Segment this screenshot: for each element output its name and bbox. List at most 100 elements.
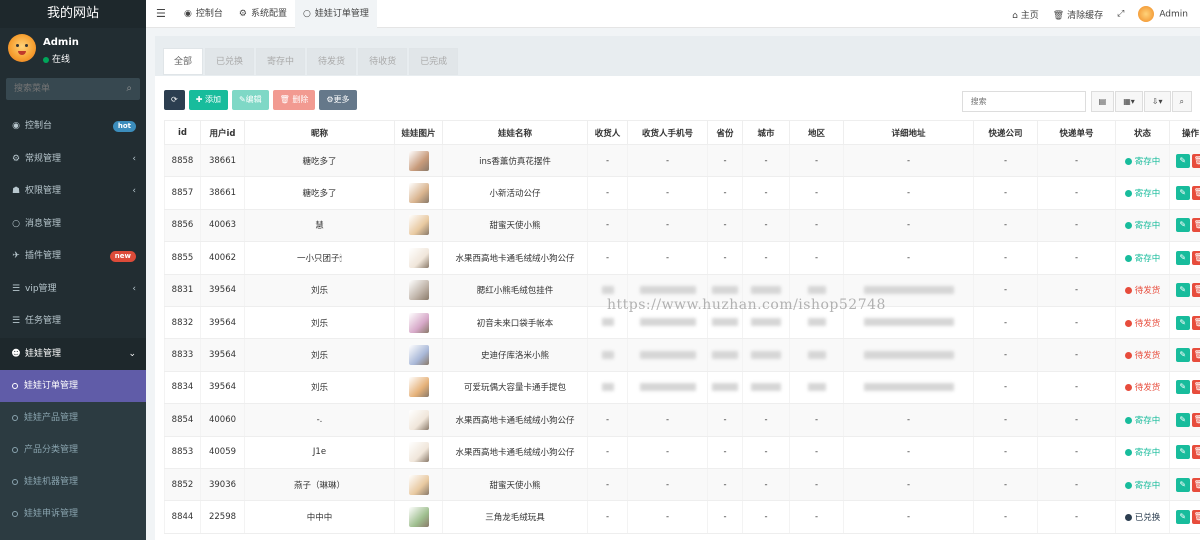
- column-header[interactable]: id: [164, 120, 201, 145]
- row-delete-button[interactable]: 🗑: [1191, 445, 1200, 460]
- top-tab-2[interactable]: ○ 娃娃订单管理: [294, 0, 377, 28]
- column-header[interactable]: 快递单号: [1037, 120, 1116, 145]
- doll-thumbnail[interactable]: [408, 474, 429, 495]
- doll-thumbnail[interactable]: [408, 247, 429, 268]
- column-header[interactable]: 娃娃图片: [394, 120, 443, 145]
- row-delete-button[interactable]: 🗑: [1191, 477, 1200, 492]
- doll-thumbnail[interactable]: [408, 312, 429, 333]
- row-edit-button[interactable]: ✎: [1175, 412, 1190, 427]
- column-header[interactable]: 省份: [707, 120, 743, 145]
- column-header[interactable]: 城市: [742, 120, 790, 145]
- advanced-search-icon[interactable]: ⌕: [1171, 91, 1192, 112]
- doll-thumbnail[interactable]: [408, 280, 429, 301]
- status-tab-2[interactable]: 寄存中: [256, 48, 306, 75]
- row-edit-button[interactable]: ✎: [1175, 186, 1190, 201]
- columns-icon[interactable]: ▦▾: [1115, 91, 1143, 112]
- top-tab-1[interactable]: ⚙ 系统配置: [231, 0, 295, 28]
- fullscreen-icon[interactable]: ⤢: [1117, 9, 1124, 19]
- menu-toggle-icon[interactable]: ☰: [156, 7, 166, 20]
- row-edit-button[interactable]: ✎: [1175, 250, 1190, 265]
- doll-thumbnail[interactable]: [408, 150, 429, 171]
- row-edit-button[interactable]: ✎: [1175, 380, 1190, 395]
- row-edit-button[interactable]: ✎: [1175, 218, 1190, 233]
- submenu-item-1[interactable]: 娃娃产品管理: [0, 402, 146, 434]
- table-row[interactable]: 885640063慧甜蜜天使小熊--------寄存中✎🗑: [164, 209, 1200, 243]
- status-tab-4[interactable]: 待收货: [358, 48, 408, 75]
- add-button[interactable]: ✚ 添加: [188, 90, 228, 110]
- doll-thumbnail[interactable]: [408, 442, 429, 463]
- column-header[interactable]: 快递公司: [973, 120, 1038, 145]
- row-edit-button[interactable]: ✎: [1175, 283, 1190, 298]
- column-header[interactable]: 收货人手机号: [627, 120, 708, 145]
- status-tab-3[interactable]: 待发货: [307, 48, 357, 75]
- more-button[interactable]: ⚙更多: [319, 90, 357, 110]
- column-header[interactable]: 昵称: [244, 120, 395, 145]
- status-tab-5[interactable]: 已完成: [409, 48, 459, 75]
- row-edit-button[interactable]: ✎: [1175, 509, 1190, 524]
- home-link[interactable]: ⌂ 主页: [1012, 8, 1039, 21]
- table-row[interactable]: 885738661糖吃多了小新活动公仔--------寄存中✎🗑: [164, 176, 1200, 210]
- table-row[interactable]: 8855 40062 一小只团子🕯 水果西高地卡通毛绒绒小狗公仔 - - - - - - - - 寄存中…: [164, 241, 1200, 275]
- submenu-item-0[interactable]: 娃娃订单管理: [0, 370, 146, 402]
- column-header[interactable]: 收货人: [587, 120, 628, 145]
- row-edit-button[interactable]: ✎: [1175, 477, 1190, 492]
- table-row[interactable]: 885440060-.水果西高地卡通毛绒绒小狗公仔--------寄存中✎🗑: [164, 403, 1200, 437]
- submenu-item-4[interactable]: 娃娃申诉管理: [0, 498, 146, 530]
- doll-thumbnail[interactable]: [408, 215, 429, 236]
- doll-thumbnail[interactable]: [408, 377, 429, 398]
- submenu-item-3[interactable]: 娃娃机器管理: [0, 466, 146, 498]
- table-row[interactable]: 883239564刘乐 初音未来口袋手帐本 -- 待发货 ✎🗑: [164, 306, 1200, 340]
- sidebar-item-7[interactable]: ☻ 娃娃管理 ⌄: [0, 337, 146, 370]
- submenu-item-5[interactable]: 娃娃退还管理: [0, 530, 146, 540]
- clear-cache-link[interactable]: 🗑 清除缓存: [1053, 8, 1103, 21]
- row-edit-button[interactable]: ✎: [1175, 445, 1190, 460]
- column-header[interactable]: 娃娃名称: [442, 120, 588, 145]
- row-delete-button[interactable]: 🗑: [1191, 153, 1200, 168]
- sidebar-item-2[interactable]: ☗ 权限管理 ‹: [0, 175, 146, 208]
- doll-thumbnail[interactable]: [408, 183, 429, 204]
- sidebar-item-6[interactable]: ☰ 任务管理: [0, 305, 146, 338]
- column-header[interactable]: 操作: [1169, 120, 1200, 145]
- table-row[interactable]: 885838661糖吃多了ins香薰仿真花摆件--------寄存中✎🗑: [164, 144, 1200, 178]
- table-row[interactable]: 885340059J1e水果西高地卡通毛绒绒小狗公仔--------寄存中✎🗑: [164, 436, 1200, 469]
- sidebar-item-3[interactable]: ○ 消息管理: [0, 208, 146, 241]
- doll-thumbnail[interactable]: [408, 506, 429, 527]
- delete-button[interactable]: 🗑 删除: [272, 90, 316, 110]
- toggle-view-icon[interactable]: ▤: [1090, 91, 1115, 112]
- site-logo[interactable]: 我的网站: [0, 0, 146, 28]
- menu-search-input[interactable]: [6, 78, 140, 100]
- column-header[interactable]: 详细地址: [843, 120, 974, 145]
- doll-thumbnail[interactable]: [408, 409, 429, 430]
- row-delete-button[interactable]: 🗑: [1191, 315, 1200, 330]
- sidebar-item-0[interactable]: ◉ 控制台 hot: [0, 110, 146, 143]
- row-delete-button[interactable]: 🗑: [1191, 250, 1200, 265]
- row-edit-button[interactable]: ✎: [1175, 348, 1190, 363]
- search-icon[interactable]: ⌕: [126, 83, 132, 94]
- sidebar-item-1[interactable]: ⚙ 常规管理 ‹: [0, 143, 146, 176]
- row-delete-button[interactable]: 🗑: [1191, 380, 1200, 395]
- row-delete-button[interactable]: 🗑: [1191, 509, 1200, 524]
- row-delete-button[interactable]: 🗑: [1191, 348, 1200, 363]
- top-tab-0[interactable]: ◉ 控制台: [176, 0, 231, 28]
- row-edit-button[interactable]: ✎: [1175, 153, 1190, 168]
- sidebar-item-5[interactable]: ☰ vip管理 ‹: [0, 273, 146, 306]
- column-header[interactable]: 状态: [1115, 120, 1170, 145]
- table-search-input[interactable]: [961, 91, 1086, 112]
- table-row[interactable]: 885239036燕子（琳琳）甜蜜天使小熊--------寄存中✎🗑: [164, 468, 1200, 502]
- edit-button[interactable]: ✎编辑: [231, 90, 269, 110]
- table-row[interactable]: 883439564刘乐 可爱玩偶大容量卡通手提包 -- 待发货 ✎🗑: [164, 371, 1200, 405]
- row-delete-button[interactable]: 🗑: [1191, 283, 1200, 298]
- row-delete-button[interactable]: 🗑: [1191, 218, 1200, 233]
- sidebar-item-4[interactable]: ✈ 插件管理 new: [0, 240, 146, 273]
- table-row[interactable]: 884422598中中中三角龙毛绒玩具--------已兑换✎🗑: [164, 500, 1200, 534]
- table-row[interactable]: 883339564刘乐 史迪仔库洛米小熊 -- 待发货 ✎🗑: [164, 338, 1200, 372]
- column-header[interactable]: 用户id: [200, 120, 245, 145]
- table-row[interactable]: 883139564刘乐 腮红小熊毛绒包挂件 -- 待发货 ✎🗑: [164, 274, 1200, 307]
- row-edit-button[interactable]: ✎: [1175, 315, 1190, 330]
- status-tab-1[interactable]: 已兑换: [205, 48, 255, 75]
- doll-thumbnail[interactable]: [408, 345, 429, 366]
- row-delete-button[interactable]: 🗑: [1191, 412, 1200, 427]
- export-icon[interactable]: ⇩▾: [1143, 91, 1171, 112]
- row-delete-button[interactable]: 🗑: [1191, 186, 1200, 201]
- refresh-button[interactable]: ⟳: [164, 90, 185, 110]
